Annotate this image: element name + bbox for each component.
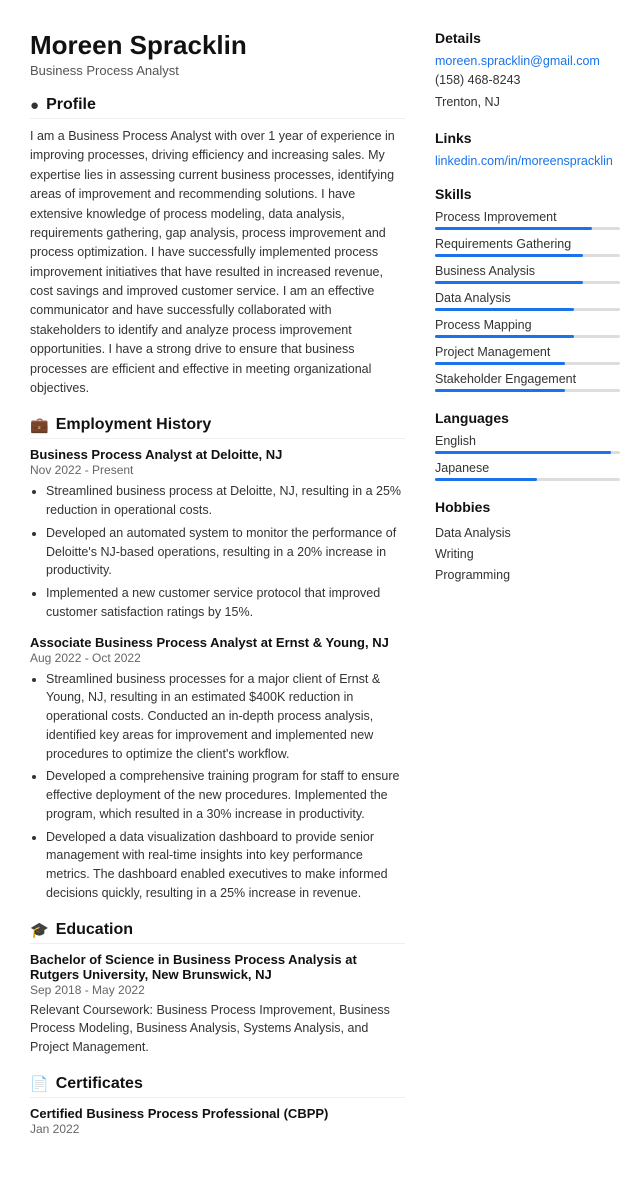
skill-item: Business Analysis bbox=[435, 264, 620, 284]
skill-label: Requirements Gathering bbox=[435, 237, 620, 251]
skill-bar-fill bbox=[435, 254, 583, 257]
job-title-text: Business Process Analyst at Deloitte, NJ bbox=[30, 447, 405, 462]
language-label: English bbox=[435, 434, 620, 448]
education-section: 🎓 Education Bachelor of Science in Busin… bbox=[30, 921, 405, 1057]
employment-icon: 💼 bbox=[30, 416, 49, 434]
skill-label: Process Mapping bbox=[435, 318, 620, 332]
profile-section-label: Profile bbox=[46, 96, 96, 114]
education-icon: 🎓 bbox=[30, 921, 49, 939]
links-section: Links linkedin.com/in/moreenspracklin bbox=[435, 130, 620, 168]
certificates-section: 📄 Certificates Certified Business Proces… bbox=[30, 1075, 405, 1136]
skill-item: Process Improvement bbox=[435, 210, 620, 230]
hobby-item: Writing bbox=[435, 544, 620, 565]
language-bar-bg bbox=[435, 478, 620, 481]
job-bullets: Streamlined business processes for a maj… bbox=[30, 670, 405, 903]
job-bullet: Developed an automated system to monitor… bbox=[46, 524, 405, 580]
language-bar-fill bbox=[435, 478, 537, 481]
job-bullet: Streamlined business process at Deloitte… bbox=[46, 482, 405, 520]
edu-dates: Sep 2018 - May 2022 bbox=[30, 983, 405, 997]
hobby-item: Programming bbox=[435, 565, 620, 586]
details-title: Details bbox=[435, 30, 620, 46]
job-bullet: Developed a comprehensive training progr… bbox=[46, 767, 405, 823]
cert-item: Certified Business Process Professional … bbox=[30, 1106, 405, 1136]
skill-label: Business Analysis bbox=[435, 264, 620, 278]
skill-label: Project Management bbox=[435, 345, 620, 359]
skills-title: Skills bbox=[435, 186, 620, 202]
job-bullet: Implemented a new customer service proto… bbox=[46, 584, 405, 622]
skill-label: Process Improvement bbox=[435, 210, 620, 224]
skill-bar-bg bbox=[435, 335, 620, 338]
skill-bar-fill bbox=[435, 281, 583, 284]
job-dates: Nov 2022 - Present bbox=[30, 463, 405, 477]
edu-item: Bachelor of Science in Business Process … bbox=[30, 952, 405, 1057]
hobbies-section: Hobbies Data AnalysisWritingProgramming bbox=[435, 499, 620, 587]
language-item: Japanese bbox=[435, 461, 620, 481]
links-title: Links bbox=[435, 130, 620, 146]
edu-text: Relevant Coursework: Business Process Im… bbox=[30, 1001, 405, 1057]
skill-bar-fill bbox=[435, 389, 565, 392]
skill-item: Process Mapping bbox=[435, 318, 620, 338]
job-bullet: Streamlined business processes for a maj… bbox=[46, 670, 405, 764]
location: Trenton, NJ bbox=[435, 93, 620, 112]
linkedin-link[interactable]: linkedin.com/in/moreenspracklin bbox=[435, 154, 620, 168]
skill-bar-fill bbox=[435, 227, 592, 230]
job-bullet: Developed a data visualization dashboard… bbox=[46, 828, 405, 903]
skill-bar-bg bbox=[435, 227, 620, 230]
employment-section-label: Employment History bbox=[56, 416, 212, 434]
cert-dates: Jan 2022 bbox=[30, 1122, 405, 1136]
languages-section: Languages English Japanese bbox=[435, 410, 620, 481]
job-title: Business Process Analyst bbox=[30, 63, 405, 78]
skill-bar-fill bbox=[435, 308, 574, 311]
education-section-label: Education bbox=[56, 921, 133, 939]
details-section: Details moreen.spracklin@gmail.com (158)… bbox=[435, 30, 620, 112]
job-bullets: Streamlined business process at Deloitte… bbox=[30, 482, 405, 621]
skill-bar-fill bbox=[435, 362, 565, 365]
language-item: English bbox=[435, 434, 620, 454]
skill-bar-bg bbox=[435, 254, 620, 257]
skill-item: Requirements Gathering bbox=[435, 237, 620, 257]
language-bar-fill bbox=[435, 451, 611, 454]
skill-bar-bg bbox=[435, 281, 620, 284]
skill-bar-bg bbox=[435, 389, 620, 392]
job-item: Business Process Analyst at Deloitte, NJ… bbox=[30, 447, 405, 621]
skill-bar-bg bbox=[435, 308, 620, 311]
hobbies-title: Hobbies bbox=[435, 499, 620, 515]
job-title-text: Associate Business Process Analyst at Er… bbox=[30, 635, 405, 650]
hobby-item: Data Analysis bbox=[435, 523, 620, 544]
skill-item: Data Analysis bbox=[435, 291, 620, 311]
skill-bar-fill bbox=[435, 335, 574, 338]
languages-title: Languages bbox=[435, 410, 620, 426]
skill-bar-bg bbox=[435, 362, 620, 365]
skill-label: Data Analysis bbox=[435, 291, 620, 305]
profile-text: I am a Business Process Analyst with ove… bbox=[30, 127, 405, 398]
skill-item: Stakeholder Engagement bbox=[435, 372, 620, 392]
language-bar-bg bbox=[435, 451, 620, 454]
skill-label: Stakeholder Engagement bbox=[435, 372, 620, 386]
certificates-section-label: Certificates bbox=[56, 1075, 143, 1093]
job-item: Associate Business Process Analyst at Er… bbox=[30, 635, 405, 903]
email[interactable]: moreen.spracklin@gmail.com bbox=[435, 54, 620, 68]
language-label: Japanese bbox=[435, 461, 620, 475]
profile-section: ● Profile I am a Business Process Analys… bbox=[30, 96, 405, 398]
skills-section: Skills Process Improvement Requirements G… bbox=[435, 186, 620, 392]
job-dates: Aug 2022 - Oct 2022 bbox=[30, 651, 405, 665]
cert-title: Certified Business Process Professional … bbox=[30, 1106, 405, 1121]
edu-title: Bachelor of Science in Business Process … bbox=[30, 952, 405, 982]
employment-section: 💼 Employment History Business Process An… bbox=[30, 416, 405, 902]
skill-item: Project Management bbox=[435, 345, 620, 365]
phone: (158) 468-8243 bbox=[435, 71, 620, 90]
certificates-icon: 📄 bbox=[30, 1075, 49, 1093]
name: Moreen Spracklin bbox=[30, 30, 405, 61]
profile-icon: ● bbox=[30, 97, 39, 114]
